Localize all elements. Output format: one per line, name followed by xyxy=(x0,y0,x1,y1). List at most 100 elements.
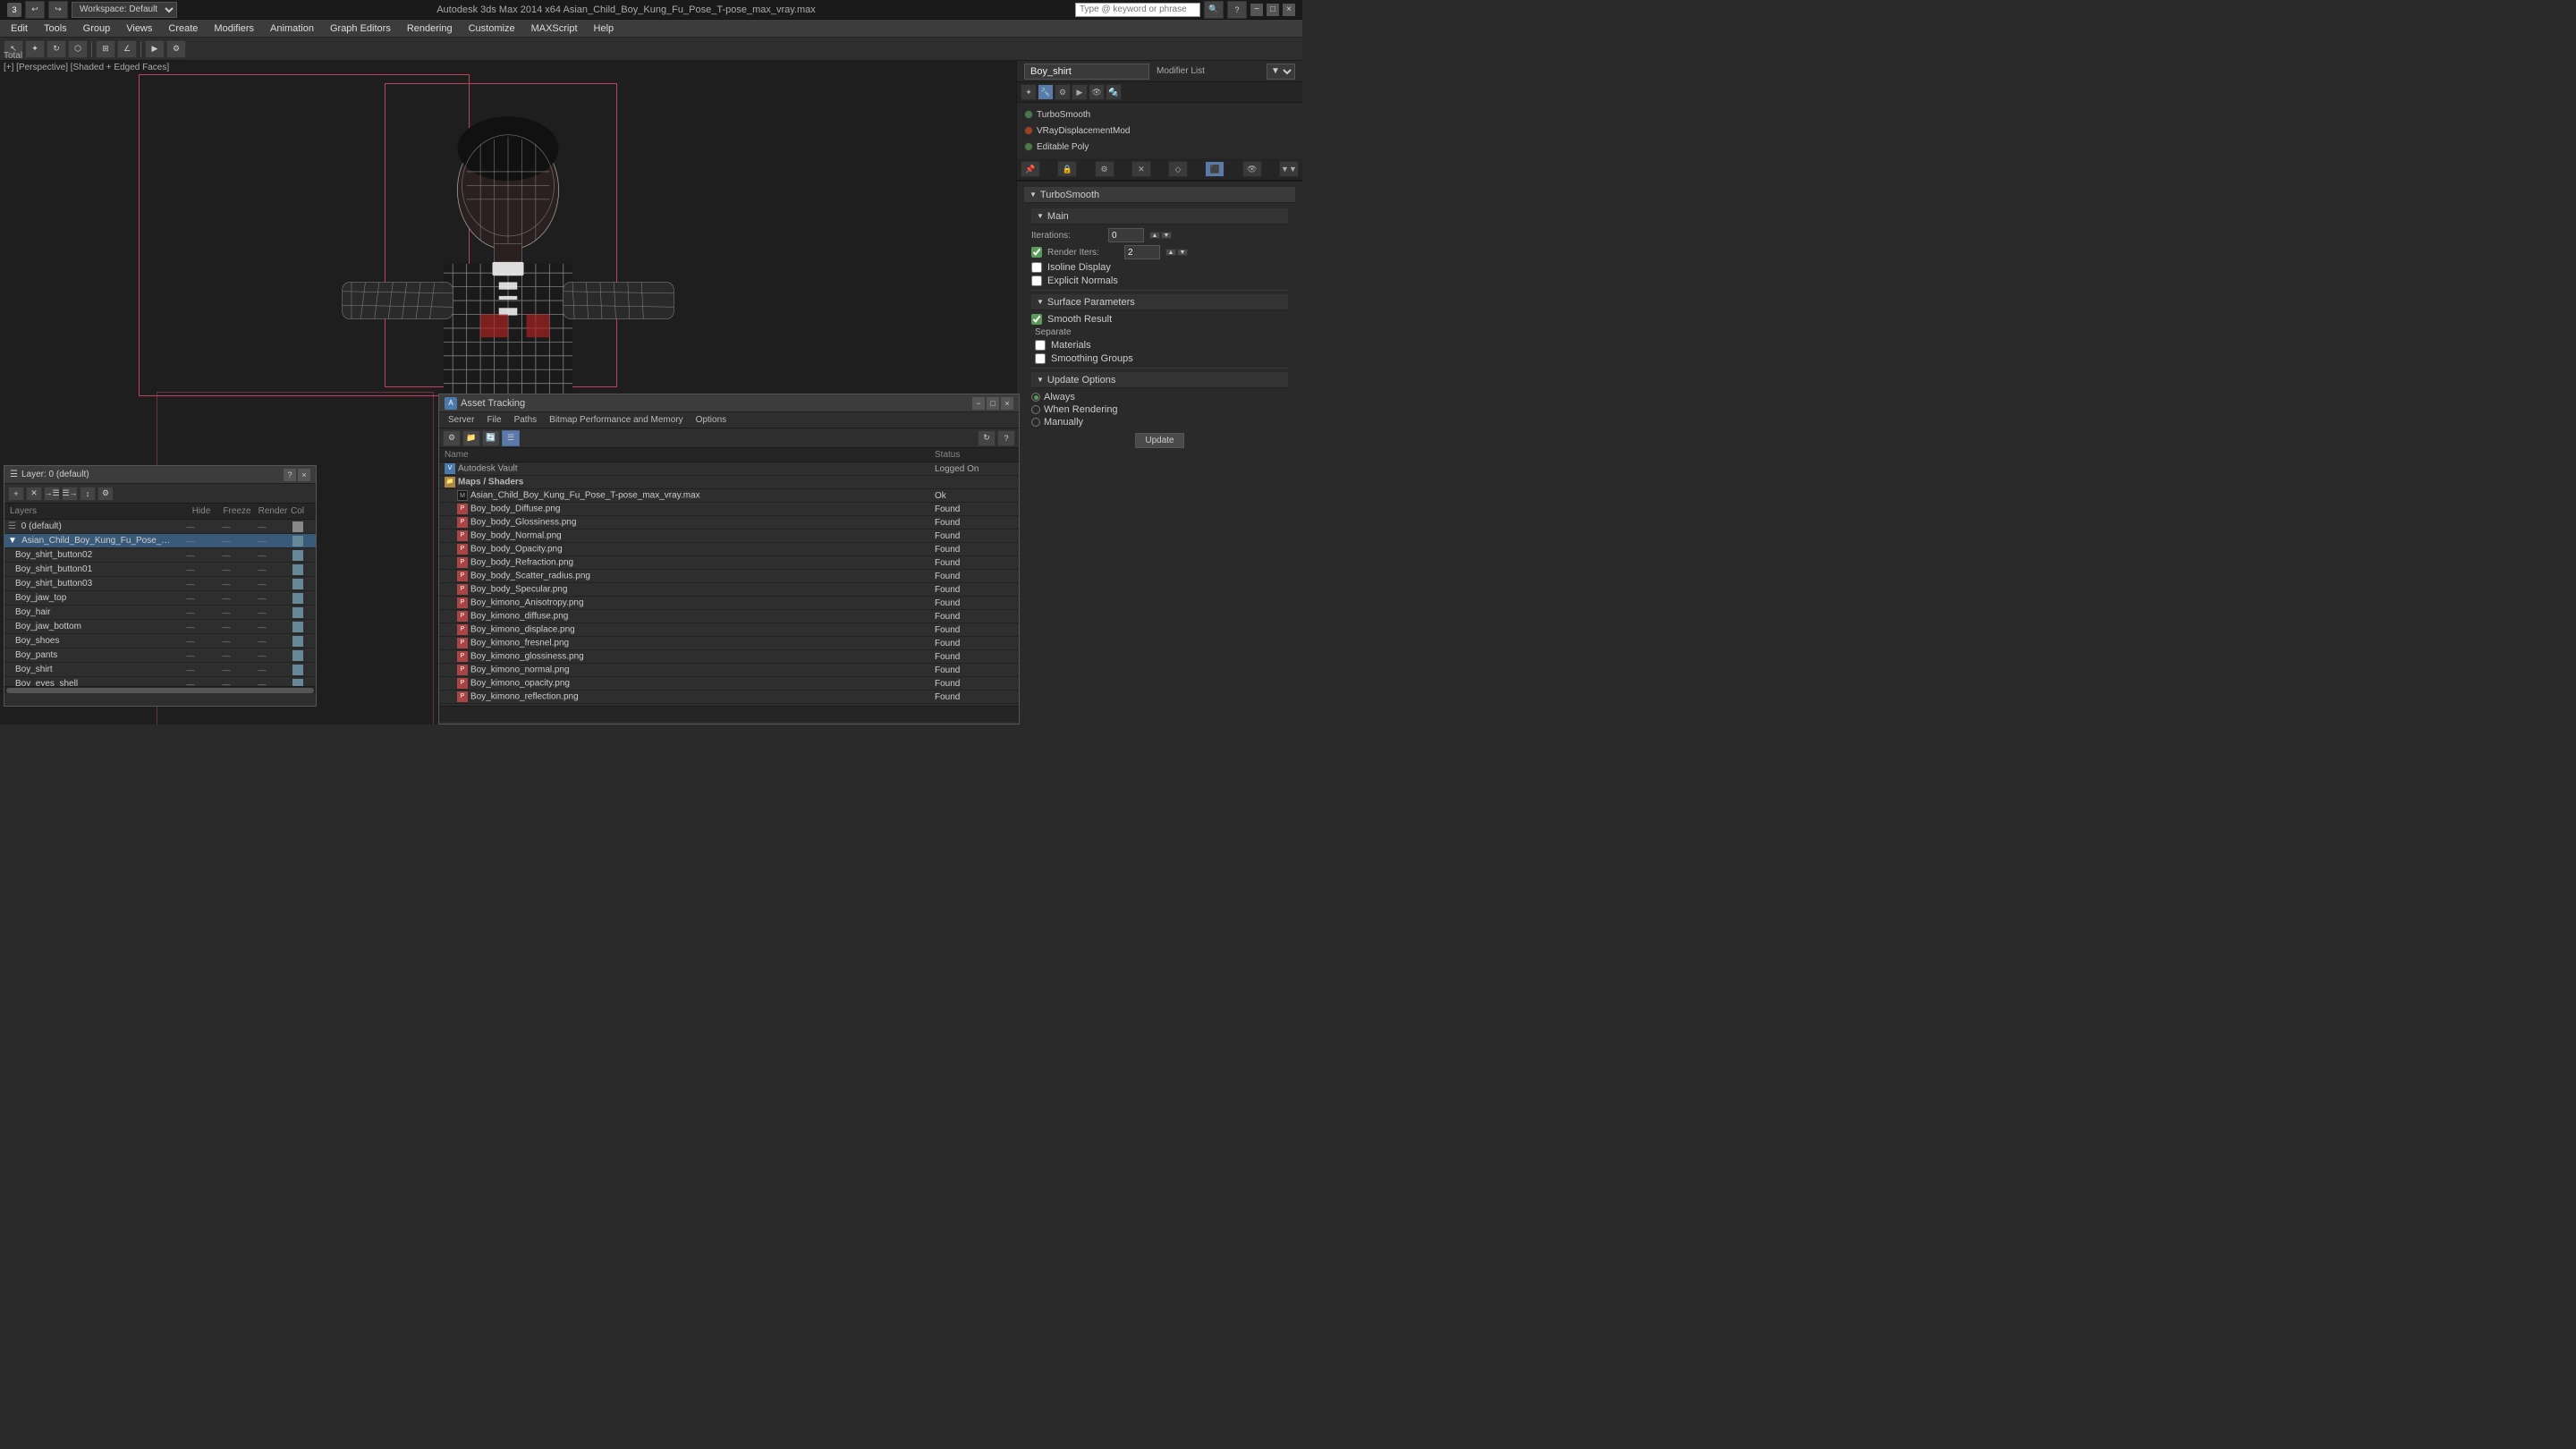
snap-btn[interactable]: ⊞ xyxy=(96,40,115,58)
show-in-viewport-icon[interactable]: 👁 xyxy=(1242,161,1262,177)
motion-panel-icon[interactable]: ▶ xyxy=(1072,84,1088,100)
table-row[interactable]: 📁Maps / Shaders xyxy=(439,476,1019,489)
layer-row[interactable]: Boy_shoes — — — xyxy=(4,634,316,648)
layer-row[interactable]: Boy_pants — — — xyxy=(4,648,316,663)
asset-menu-file[interactable]: File xyxy=(481,414,506,426)
help-btn[interactable]: ? xyxy=(1227,1,1247,19)
lock-selection-icon[interactable]: 🔒 xyxy=(1057,161,1077,177)
menu-animation[interactable]: Animation xyxy=(263,21,321,36)
iterations-up[interactable]: ▲ xyxy=(1149,232,1160,239)
col-name[interactable]: Name xyxy=(439,448,929,462)
layer-row[interactable]: Boy_shirt_button02 — — — xyxy=(4,548,316,563)
undo-btn[interactable]: ↩ xyxy=(25,1,45,19)
menu-maxscript[interactable]: MAXScript xyxy=(524,21,585,36)
table-row[interactable]: PBoy_kimono_glossiness.png Found xyxy=(439,650,1019,664)
table-row[interactable]: PBoy_kimono_reflection.png Found xyxy=(439,691,1019,704)
asset-minimize-btn[interactable]: − xyxy=(972,397,985,410)
materials-checkbox[interactable] xyxy=(1035,340,1046,351)
iterations-input[interactable] xyxy=(1108,228,1144,242)
select-objects-btn[interactable]: ☰→ xyxy=(62,487,78,501)
asset-tb-refresh[interactable]: ↻ xyxy=(978,430,996,446)
menu-modifiers[interactable]: Modifiers xyxy=(207,21,261,36)
update-btn[interactable]: Update xyxy=(1135,433,1183,448)
minimize-btn[interactable]: − xyxy=(1250,4,1263,16)
menu-rendering[interactable]: Rendering xyxy=(400,21,460,36)
when-rendering-radio[interactable] xyxy=(1031,405,1040,414)
smoothing-groups-checkbox[interactable] xyxy=(1035,353,1046,364)
turbosmooth-header[interactable]: ▼ TurboSmooth xyxy=(1024,187,1295,203)
render-iters-up[interactable]: ▲ xyxy=(1165,249,1176,256)
table-row[interactable]: VAutodesk Vault Logged On xyxy=(439,462,1019,476)
modifier-item-turbosmooth[interactable]: TurboSmooth xyxy=(1021,106,1299,123)
collapse-all-icon[interactable]: ▼▼ xyxy=(1279,161,1299,177)
show-end-result-icon[interactable]: ⬛ xyxy=(1205,161,1224,177)
menu-tools[interactable]: Tools xyxy=(37,21,74,36)
table-row[interactable]: PBoy_body_Opacity.png Found xyxy=(439,543,1019,556)
render-iters-checkbox[interactable] xyxy=(1031,247,1042,258)
asset-menu-options[interactable]: Options xyxy=(691,414,732,426)
workspace-selector[interactable]: Workspace: Default xyxy=(72,2,177,18)
table-row[interactable]: PBoy_kimono_diffuse.png Found xyxy=(439,610,1019,623)
asset-maximize-btn[interactable]: □ xyxy=(987,397,999,410)
table-row[interactable]: PBoy_body_Specular.png Found xyxy=(439,583,1019,597)
layers-list[interactable]: ☰ 0 (default) — — — ▼ Asian_Child_Boy_Ku… xyxy=(4,520,316,686)
add-selection-btn[interactable]: →☰ xyxy=(44,487,60,501)
manually-radio[interactable] xyxy=(1031,418,1040,427)
render-iters-down[interactable]: ▼ xyxy=(1177,249,1188,256)
layers-scrollbar[interactable] xyxy=(4,686,316,693)
menu-create[interactable]: Create xyxy=(161,21,205,36)
table-row[interactable]: PBoy_kimono_displace.png Found xyxy=(439,623,1019,637)
col-status[interactable]: Status xyxy=(929,448,1019,462)
scale-btn[interactable]: ⬡ xyxy=(68,40,88,58)
utility-panel-icon[interactable]: 🔩 xyxy=(1106,84,1122,100)
layer-row[interactable]: Boy_hair — — — xyxy=(4,606,316,620)
configure-icon[interactable]: ⚙ xyxy=(1095,161,1114,177)
render-btn[interactable]: ▶ xyxy=(145,40,165,58)
iterations-down[interactable]: ▼ xyxy=(1161,232,1172,239)
move-selection-btn[interactable]: ↕ xyxy=(80,487,96,501)
close-btn[interactable]: × xyxy=(1283,4,1295,16)
table-row[interactable]: PBoy_body_Scatter_radius.png Found xyxy=(439,570,1019,583)
search-icon-btn[interactable]: 🔍 xyxy=(1204,1,1224,19)
smooth-result-checkbox[interactable] xyxy=(1031,314,1042,325)
update-options-header[interactable]: ▼ Update Options xyxy=(1031,372,1288,388)
asset-menu-bitmap[interactable]: Bitmap Performance and Memory xyxy=(544,414,689,426)
asset-table-container[interactable]: Name Status VAutodesk Vault Logged On 📁M… xyxy=(439,448,1019,706)
create-layer-btn[interactable]: + xyxy=(8,487,24,501)
surface-params-header[interactable]: ▼ Surface Parameters xyxy=(1031,294,1288,310)
modifier-list-dropdown[interactable]: ▼ xyxy=(1267,64,1295,80)
layer-row[interactable]: Boy_shirt_button01 — — — xyxy=(4,563,316,577)
redo-btn[interactable]: ↪ xyxy=(48,1,68,19)
table-row[interactable]: PBoy_kimono_fresnel.png Found xyxy=(439,637,1019,650)
table-row[interactable]: PBoy_kimono_normal.png Found xyxy=(439,664,1019,677)
table-row[interactable]: PBoy_kimono_Anisotropy.png Found xyxy=(439,597,1019,610)
ts-main-header[interactable]: ▼ Main xyxy=(1031,208,1288,225)
object-name-input[interactable] xyxy=(1024,64,1149,80)
layer-row[interactable]: Boy_shirt — — — xyxy=(4,663,316,677)
table-row[interactable]: PBoy_body_Diffuse.png Found xyxy=(439,503,1019,516)
angle-snap-btn[interactable]: ∠ xyxy=(117,40,137,58)
table-row[interactable]: PBoy_body_Glossiness.png Found xyxy=(439,516,1019,530)
asset-close-btn[interactable]: × xyxy=(1001,397,1013,410)
layer-row-active[interactable]: ▼ Asian_Child_Boy_Kung_Fu_Pose_T-pose — … xyxy=(4,534,316,548)
create-panel-icon[interactable]: ✦ xyxy=(1021,84,1037,100)
isoline-checkbox[interactable] xyxy=(1031,262,1042,273)
menu-views[interactable]: Views xyxy=(119,21,159,36)
asset-menu-server[interactable]: Server xyxy=(443,414,479,426)
table-row[interactable]: PBoy_body_Normal.png Found xyxy=(439,530,1019,543)
menu-graph-editors[interactable]: Graph Editors xyxy=(323,21,398,36)
explicit-normals-checkbox[interactable] xyxy=(1031,275,1042,286)
asset-tb-help[interactable]: ? xyxy=(997,430,1015,446)
modifier-item-vray[interactable]: VRayDisplacementMod xyxy=(1021,123,1299,139)
asset-tb-btn3[interactable]: 🔄 xyxy=(482,430,500,446)
layer-row[interactable]: Boy_jaw_bottom — — — xyxy=(4,620,316,634)
hierarchy-panel-icon[interactable]: ⚙ xyxy=(1055,84,1071,100)
menu-help[interactable]: Help xyxy=(587,21,622,36)
always-radio[interactable] xyxy=(1031,393,1040,402)
delete-layer-btn[interactable]: ✕ xyxy=(26,487,42,501)
render-setup-btn[interactable]: ⚙ xyxy=(166,40,186,58)
render-iters-input[interactable] xyxy=(1124,245,1160,259)
asset-menu-paths[interactable]: Paths xyxy=(509,414,543,426)
pin-stack-icon[interactable]: 📌 xyxy=(1021,161,1040,177)
table-row[interactable]: MAsian_Child_Boy_Kung_Fu_Pose_T-pose_max… xyxy=(439,489,1019,503)
